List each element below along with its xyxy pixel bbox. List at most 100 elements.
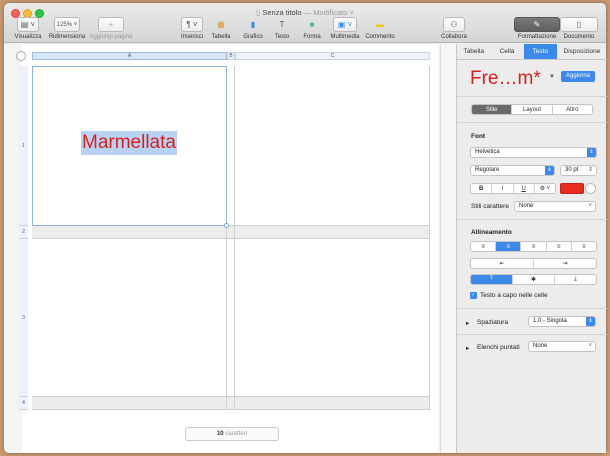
toolbar-tabella[interactable]: ▦ Tabella: [209, 17, 233, 40]
cell-resize-handle[interactable]: [224, 223, 229, 228]
tab-testo[interactable]: Testo: [523, 44, 557, 59]
bullets-label: Elenchi puntati: [477, 344, 520, 351]
chevron-updown-icon: ⇕: [545, 166, 554, 175]
horizontal-align-buttons: ≡ ≡ ≡ ≡ ≡: [470, 241, 597, 252]
toolbar-aggiungi-pagina[interactable]: + Aggiungi pagina: [89, 17, 133, 40]
canvas-scrollbar[interactable]: [440, 44, 456, 453]
wrap-text-checkbox[interactable]: ✓: [470, 292, 477, 299]
toolbar-commento[interactable]: ▬ Commento: [363, 17, 397, 40]
align-left-icon[interactable]: ≡: [471, 242, 497, 251]
toolbar-forma[interactable]: ■ Forma: [300, 17, 324, 40]
column-header-b[interactable]: B: [227, 52, 235, 60]
table-cell-c4[interactable]: [235, 397, 430, 410]
table-icon: ▦: [217, 20, 225, 29]
align-justify-icon[interactable]: ≡: [547, 242, 572, 251]
tab-disposizione[interactable]: Disposizione: [557, 44, 607, 59]
align-right-icon[interactable]: ≡: [521, 242, 547, 251]
tab-tabella[interactable]: Tabella: [457, 44, 490, 59]
table-corner-handle[interactable]: [16, 51, 26, 61]
media-icon: ▣ ˅: [333, 17, 357, 32]
vertical-align-buttons: ⤒ ✱ ⤓: [470, 274, 597, 285]
align-top-icon[interactable]: ⤒: [471, 275, 513, 284]
inspector-tabs: Tabella Cella Testo Disposizione: [457, 44, 607, 60]
subtab-altro[interactable]: Altro: [553, 105, 592, 114]
decrease-indent-icon[interactable]: ⇤: [471, 259, 534, 268]
subtab-layout[interactable]: Layout: [512, 105, 553, 114]
toolbar-documento[interactable]: ▯ Documento: [560, 17, 598, 40]
spacing-select[interactable]: 1,0 - Singola ⇕: [528, 316, 596, 327]
table-cell-a3[interactable]: [32, 239, 227, 397]
align-middle-icon[interactable]: ✱: [513, 275, 555, 284]
table-cell-b2[interactable]: [227, 226, 235, 239]
chevron-updown-icon: ⇕: [587, 148, 596, 157]
cell-text-selected[interactable]: Marmellata: [81, 131, 177, 155]
bold-button[interactable]: B: [471, 184, 493, 193]
align-natural-icon[interactable]: ≡: [572, 242, 596, 251]
row-header-1[interactable]: 1: [19, 66, 28, 226]
toolbar-grafico[interactable]: ▮ Grafico: [240, 17, 266, 40]
italic-button[interactable]: I: [492, 184, 514, 193]
title-bar: ▯ Senza titolo — Modificato ˅ ▤ ˅ Visual…: [4, 3, 606, 43]
subtab-stile[interactable]: Stile: [472, 105, 513, 114]
underline-button[interactable]: U: [514, 184, 535, 193]
indent-buttons: ⇤ ⇥: [470, 258, 597, 269]
color-wheel-icon[interactable]: [585, 183, 596, 194]
comment-icon: ▬: [376, 20, 384, 29]
divider: [457, 122, 607, 123]
toolbar-testo[interactable]: T Testo: [270, 17, 294, 40]
toolbar-collabora[interactable]: ⚇ Collabora: [438, 17, 470, 40]
paragraph-icon: ¶ ˅: [181, 17, 203, 32]
chevron-down-icon: ˅: [588, 343, 592, 349]
chevron-down-icon: ˅: [588, 203, 592, 209]
font-weight-select[interactable]: Regolare ⇕: [470, 165, 555, 176]
character-counter[interactable]: 10 caratteri: [185, 427, 279, 441]
toolbar-ridimensiona[interactable]: 125% ˅ Ridimensiona: [46, 17, 88, 40]
shape-icon: ■: [309, 20, 315, 29]
table-cell-b1[interactable]: [227, 66, 235, 226]
table-cell-b4[interactable]: [227, 397, 235, 410]
text-options-gear-icon[interactable]: ⚙ ˅: [535, 184, 555, 193]
table-cell-c3[interactable]: [235, 239, 430, 397]
stepper-arrows-icon: ⇕: [587, 167, 593, 173]
table-cell-a2[interactable]: [32, 226, 227, 239]
chevron-updown-icon: ⇕: [586, 317, 595, 326]
table-cell-c1[interactable]: [235, 66, 430, 226]
row-header-3[interactable]: 3: [19, 239, 28, 397]
toolbar-multimedia[interactable]: ▣ ˅ Multimedia: [328, 17, 362, 40]
row-header-4[interactable]: 4: [19, 397, 28, 410]
format-inspector: Tabella Cella Testo Disposizione Fre…m* …: [456, 44, 607, 453]
divider: [457, 308, 607, 309]
toolbar-visualizza[interactable]: ▤ ˅ Visualizza: [10, 17, 46, 40]
update-style-button[interactable]: Aggiorna: [561, 71, 595, 82]
disclosure-triangle-icon[interactable]: ▸: [466, 344, 469, 352]
toolbar-formattazione[interactable]: ✎ Formattazione: [513, 17, 561, 40]
divider: [457, 219, 607, 220]
font-family-select[interactable]: Helvetica ⇕: [470, 147, 597, 158]
toolbar-inserisci[interactable]: ¶ ˅ Inserisci: [178, 17, 206, 40]
paragraph-style-preview[interactable]: Fre…m*: [470, 68, 558, 90]
style-dropdown-icon[interactable]: ▼: [549, 74, 555, 80]
increase-indent-icon[interactable]: ⇥: [534, 259, 596, 268]
collaborate-icon: ⚇: [443, 17, 465, 32]
column-header-c[interactable]: C: [235, 52, 430, 60]
zoom-select: 125% ˅: [54, 17, 80, 32]
table-cell-b3[interactable]: [227, 239, 235, 397]
table-cell-c2[interactable]: [235, 226, 430, 239]
tab-cella[interactable]: Cella: [490, 44, 523, 59]
wrap-text-label: Testo a capo nelle celle: [480, 292, 548, 299]
align-bottom-icon[interactable]: ⤓: [555, 275, 596, 284]
disclosure-triangle-icon[interactable]: ▸: [466, 319, 469, 327]
chart-icon: ▮: [250, 20, 256, 29]
align-center-icon[interactable]: ≡: [496, 242, 522, 251]
row-header-2[interactable]: 2: [19, 226, 28, 239]
table-cell-a4[interactable]: [32, 397, 227, 410]
plus-icon: +: [98, 17, 124, 32]
char-styles-select[interactable]: None ˅: [514, 201, 596, 212]
subtab-bar: Stile Layout Altro: [471, 104, 593, 115]
text-icon: T: [279, 20, 285, 29]
column-header-a[interactable]: A: [32, 52, 227, 60]
font-size-stepper[interactable]: 30 pt ⇕: [560, 165, 597, 176]
bullets-select[interactable]: None ˅: [528, 341, 596, 352]
text-color-well[interactable]: [560, 183, 584, 194]
brush-icon: ✎: [514, 17, 560, 32]
